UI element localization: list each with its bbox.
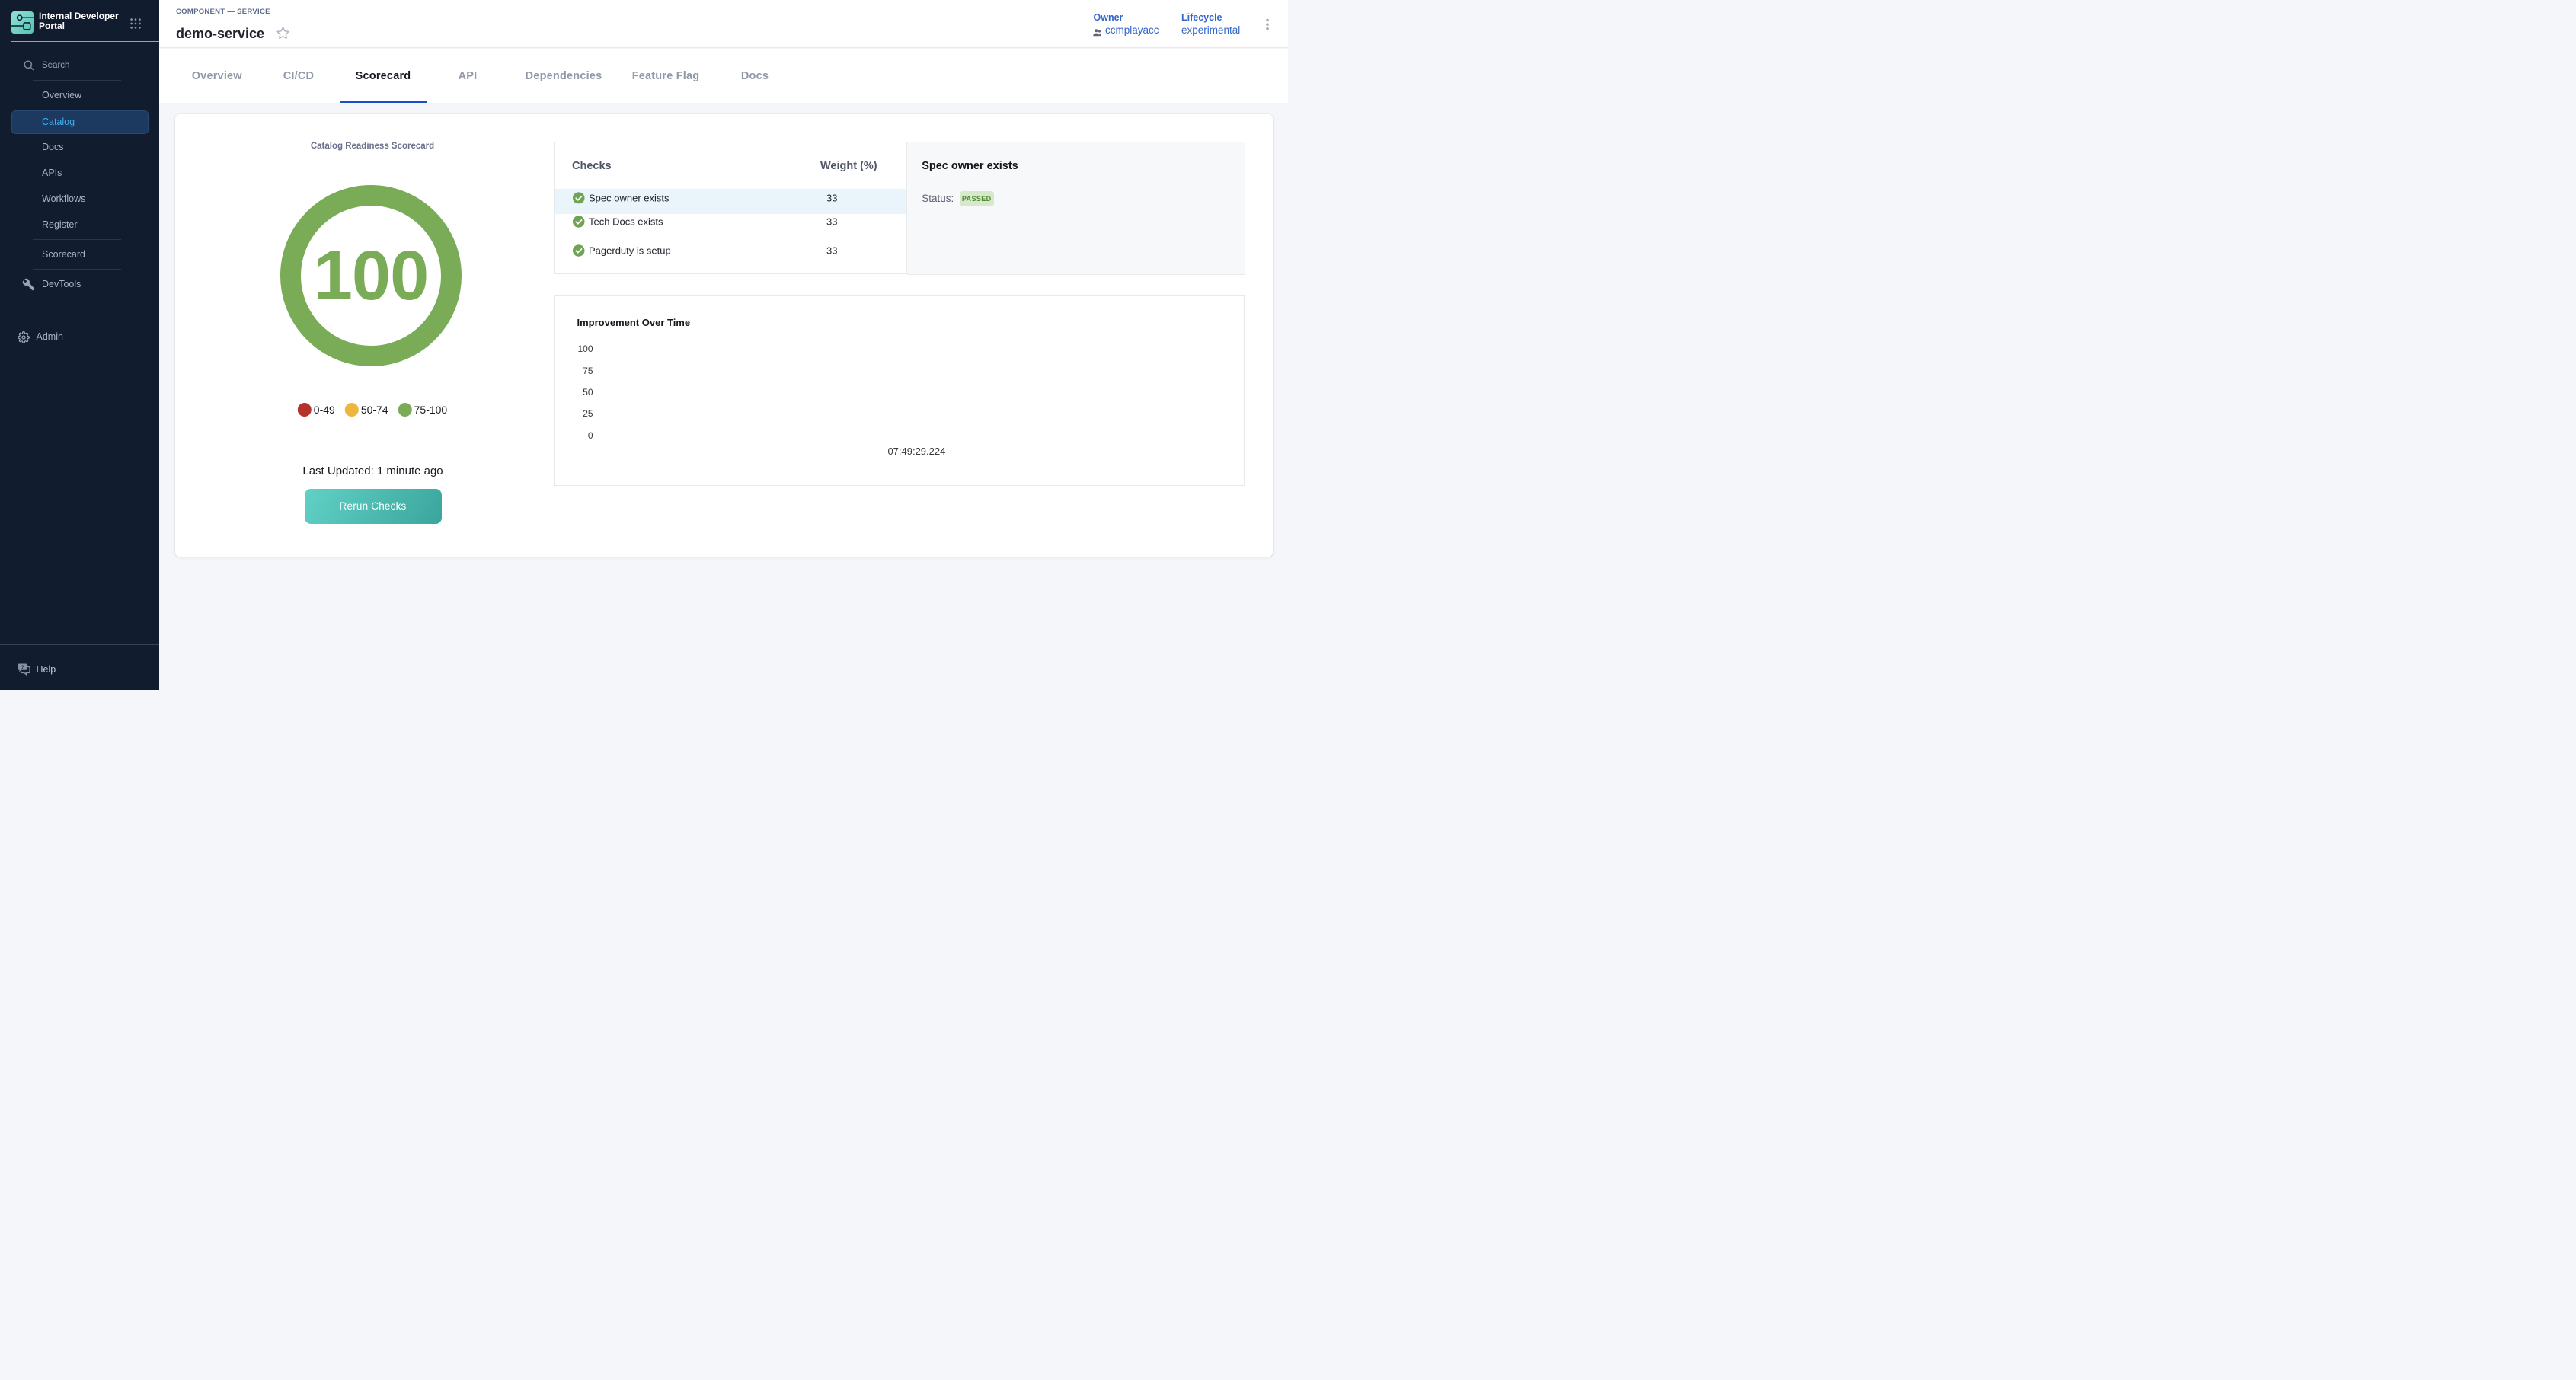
svg-text:?: ? [21, 665, 24, 670]
